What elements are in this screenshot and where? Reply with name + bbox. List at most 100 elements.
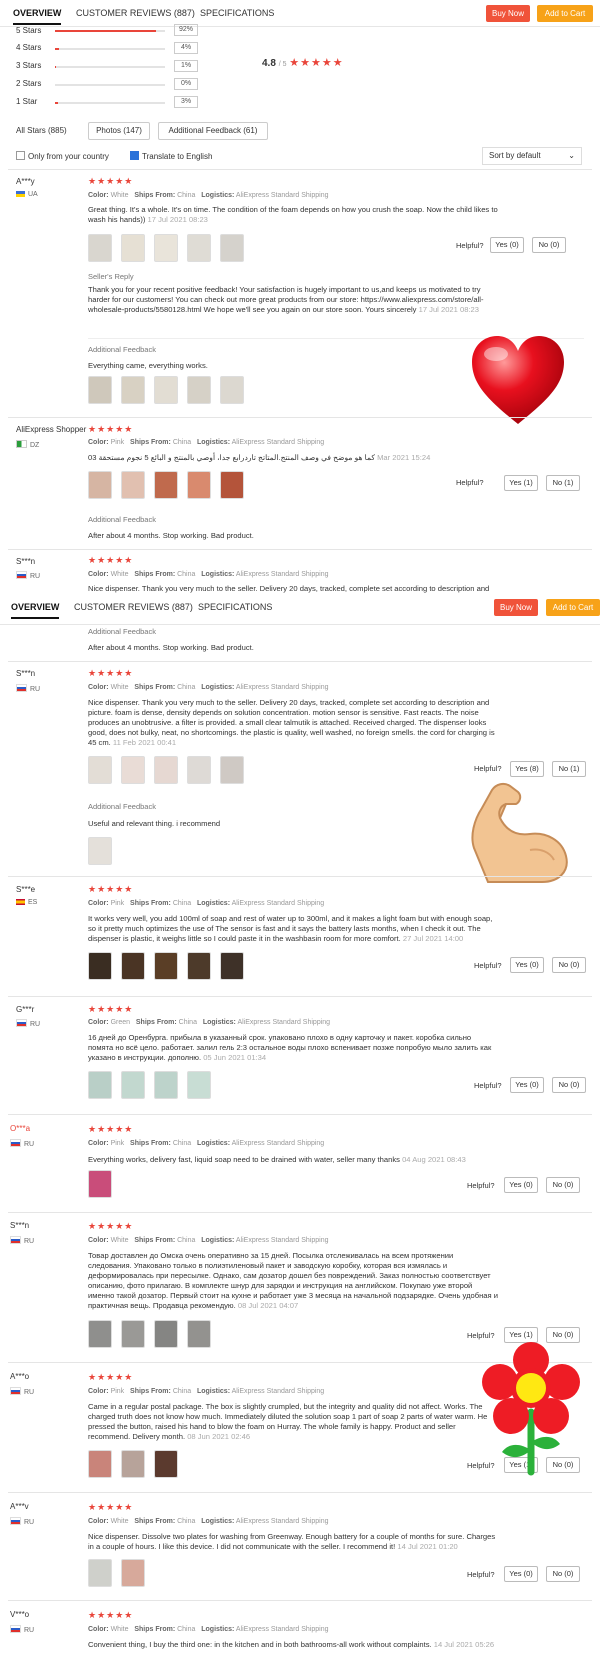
helpful-yes-button[interactable]: Yes (0) bbox=[510, 1077, 544, 1093]
helpful-yes-button[interactable]: Yes (0) bbox=[504, 1566, 538, 1582]
review-meta: Color: Pink Ships From: China Logistics:… bbox=[88, 900, 324, 907]
review-text: Great thing. It's a whole. It's on time.… bbox=[88, 205, 498, 225]
review-photo[interactable] bbox=[121, 1559, 145, 1587]
buy-now-button[interactable]: Buy Now bbox=[486, 5, 530, 22]
review-photo[interactable] bbox=[88, 952, 112, 980]
review-photo[interactable] bbox=[220, 952, 244, 980]
review-text: Nice dispenser. Thank you very much to t… bbox=[88, 584, 490, 593]
review-photo[interactable] bbox=[121, 756, 145, 784]
review-photo[interactable] bbox=[121, 1450, 145, 1478]
ships-value: China bbox=[177, 1518, 196, 1525]
review-photo[interactable] bbox=[187, 234, 211, 262]
buy-now-button[interactable]: Buy Now bbox=[494, 599, 538, 616]
tab-overview[interactable]: OVERVIEW bbox=[11, 602, 60, 619]
helpful-no-button[interactable]: No (0) bbox=[532, 237, 566, 253]
review-photo[interactable] bbox=[187, 952, 211, 980]
flexed-biceps-sticker bbox=[466, 778, 576, 890]
review-meta: Color: White Ships From: China Logistics… bbox=[88, 192, 329, 199]
helpful-no-button[interactable]: No (0) bbox=[552, 957, 586, 973]
review-photo[interactable] bbox=[154, 234, 178, 262]
tab-specifications[interactable]: SPECIFICATIONS bbox=[198, 602, 272, 612]
review-photo[interactable] bbox=[154, 376, 178, 404]
helpful-label: Helpful? bbox=[467, 1181, 495, 1190]
review-photo[interactable] bbox=[88, 1559, 112, 1587]
review-photo[interactable] bbox=[121, 952, 145, 980]
logistics-value: AliExpress Standard Shipping bbox=[235, 192, 329, 199]
ships-label: Ships From: bbox=[130, 1388, 171, 1395]
helpful-label: Helpful? bbox=[474, 961, 502, 970]
review-photo[interactable] bbox=[220, 234, 244, 262]
divider bbox=[8, 876, 592, 877]
review-meta: Color: Pink Ships From: China Logistics:… bbox=[88, 1140, 324, 1147]
review-photo[interactable] bbox=[154, 952, 178, 980]
add-to-cart-button[interactable]: Add to Cart bbox=[537, 5, 593, 22]
review-photo[interactable] bbox=[121, 1071, 145, 1099]
color-label: Color: bbox=[88, 1518, 109, 1525]
review-photo[interactable] bbox=[121, 376, 145, 404]
helpful-yes-button[interactable]: Yes (0) bbox=[504, 1177, 538, 1193]
helpful-yes-button[interactable]: Yes (0) bbox=[490, 237, 524, 253]
review-photo[interactable] bbox=[187, 1071, 211, 1099]
review-photo[interactable] bbox=[88, 1320, 112, 1348]
divider bbox=[8, 169, 592, 170]
review-photo[interactable] bbox=[154, 1071, 178, 1099]
review-photo[interactable] bbox=[187, 376, 211, 404]
flag-icon bbox=[16, 899, 25, 905]
helpful-no-button[interactable]: No (1) bbox=[546, 475, 580, 491]
helpful-yes-button[interactable]: Yes (0) bbox=[510, 957, 544, 973]
review-photo[interactable] bbox=[88, 471, 112, 499]
review-photo[interactable] bbox=[154, 1320, 178, 1348]
review-photo[interactable] bbox=[88, 234, 112, 262]
only-country-checkbox[interactable]: Only from your country bbox=[16, 151, 109, 161]
color-label: Color: bbox=[88, 192, 109, 199]
sellers-reply-heading: Seller's Reply bbox=[88, 272, 134, 281]
ships-value: China bbox=[177, 571, 196, 578]
reviewer-name: O***a bbox=[10, 1124, 31, 1133]
reviewer-name: A***v bbox=[10, 1502, 29, 1511]
review-photo[interactable] bbox=[88, 1450, 112, 1478]
review-photo[interactable] bbox=[121, 471, 145, 499]
tab-overview[interactable]: OVERVIEW bbox=[13, 8, 62, 25]
tab-reviews[interactable]: CUSTOMER REVIEWS (887) bbox=[76, 8, 195, 18]
review-photo[interactable] bbox=[220, 756, 244, 784]
review-photo[interactable] bbox=[88, 1071, 112, 1099]
rating-bar-fill bbox=[55, 66, 57, 68]
helpful-no-button[interactable]: No (0) bbox=[546, 1566, 580, 1582]
review-photo[interactable] bbox=[220, 376, 244, 404]
review-photo[interactable] bbox=[121, 234, 145, 262]
helpful-yes-button[interactable]: Yes (1) bbox=[504, 475, 538, 491]
review-photo[interactable] bbox=[88, 837, 112, 865]
helpful-yes-button[interactable]: Yes (8) bbox=[510, 761, 544, 777]
tab-reviews[interactable]: CUSTOMER REVIEWS (887) bbox=[74, 602, 193, 612]
review-photo[interactable] bbox=[88, 376, 112, 404]
review-photo[interactable] bbox=[187, 471, 211, 499]
review-photo[interactable] bbox=[187, 1320, 211, 1348]
additional-feedback-filter-button[interactable]: Additional Feedback (61) bbox=[158, 122, 268, 140]
sort-select[interactable]: Sort by default ⌄ bbox=[482, 147, 582, 165]
review-photo[interactable] bbox=[154, 1450, 178, 1478]
review-photo[interactable] bbox=[220, 471, 244, 499]
helpful-no-button[interactable]: No (1) bbox=[552, 761, 586, 777]
tab-specifications[interactable]: SPECIFICATIONS bbox=[200, 8, 274, 18]
translate-label: Translate to English bbox=[142, 152, 213, 161]
add-to-cart-button[interactable]: Add to Cart bbox=[546, 599, 600, 616]
photos-filter-button[interactable]: Photos (147) bbox=[88, 122, 150, 140]
helpful-no-button[interactable]: No (0) bbox=[552, 1077, 586, 1093]
checkbox-box[interactable] bbox=[130, 151, 139, 160]
country-code: RU bbox=[24, 1141, 35, 1148]
helpful-no-button[interactable]: No (0) bbox=[546, 1327, 580, 1343]
review-photo[interactable] bbox=[121, 1320, 145, 1348]
country-code: RU bbox=[30, 1021, 41, 1028]
review-photo[interactable] bbox=[88, 756, 112, 784]
helpful-no-button[interactable]: No (0) bbox=[546, 1177, 580, 1193]
additional-feedback-heading: Additional Feedback bbox=[88, 515, 156, 524]
translate-checkbox[interactable]: Translate to English bbox=[130, 151, 212, 161]
checkbox-box[interactable] bbox=[16, 151, 25, 160]
review-photo[interactable] bbox=[154, 756, 178, 784]
all-stars-filter[interactable]: All Stars (885) bbox=[16, 126, 67, 135]
helpful-yes-button[interactable]: Yes (1) bbox=[504, 1327, 538, 1343]
logistics-label: Logistics: bbox=[201, 1626, 235, 1633]
review-photo[interactable] bbox=[154, 471, 178, 499]
review-photo[interactable] bbox=[88, 1170, 112, 1198]
review-photo[interactable] bbox=[187, 756, 211, 784]
